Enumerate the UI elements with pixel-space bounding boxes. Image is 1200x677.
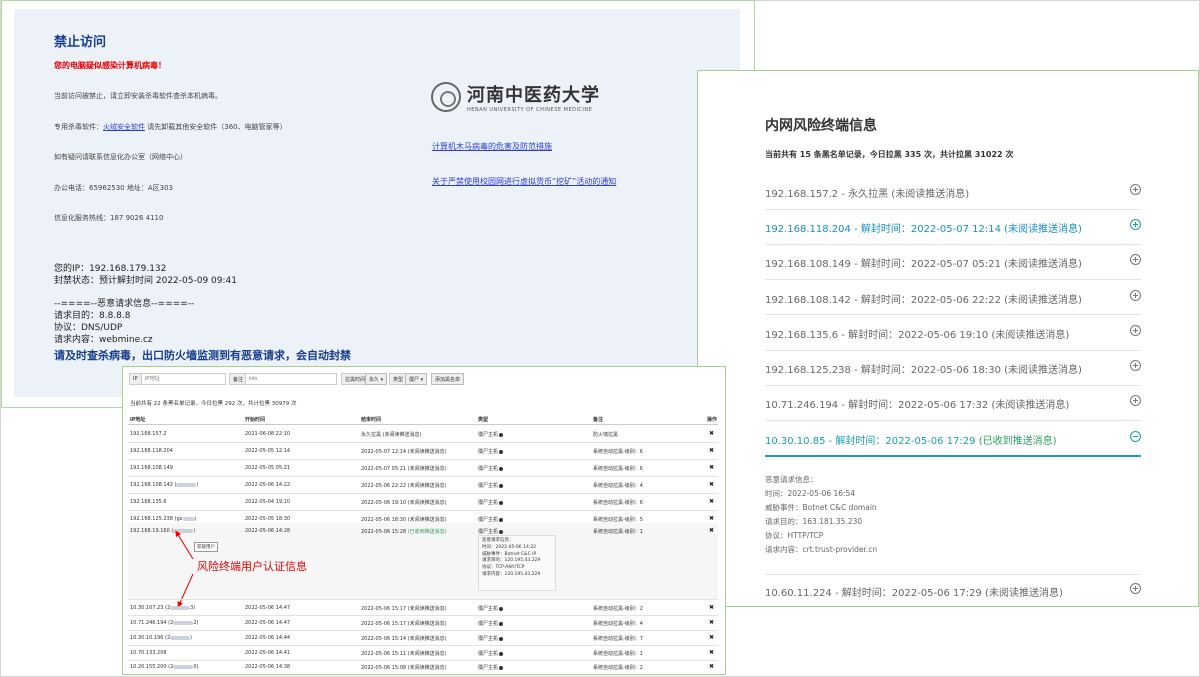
page-title: 禁止访问 [54, 35, 107, 50]
expand-plus-icon[interactable] [1130, 360, 1141, 371]
cell-start: 2022-05-06 14:38 [245, 664, 291, 670]
delete-x-icon[interactable]: ✖ [709, 663, 714, 670]
mining-notice-link[interactable]: 关于严禁使用校园网进行虚拟货币“挖矿”活动的通知 [432, 176, 616, 187]
cell-note: 系统自动拉黑-级别：7 [593, 636, 643, 642]
risk-item-label: 192.168.108.142 - 解封时间：2022-05-06 22:22 … [765, 295, 1082, 306]
detail-time: 时间：2022-05-06 16:54 [765, 489, 856, 498]
cell-ip: 10.20.155.200 (2 0) [130, 664, 199, 670]
info-dot-icon [499, 606, 504, 611]
expand-plus-icon[interactable] [1130, 254, 1141, 265]
risk-item-label: 10.30.10.85 - 解封时间：2022-05-06 17:29 (已收到… [765, 436, 1057, 447]
cell-end: 2022-05-06 15:11 (未阅读推送消息) [361, 651, 447, 657]
cell-note: 系统自动拉黑-级别：1 [593, 651, 643, 657]
logo-chinese-name: 河南中医药大学 [467, 85, 600, 106]
cell-type: 僵尸主机 [478, 664, 504, 671]
info-dot-icon [499, 665, 504, 670]
risk-item-label: 192.168.118.204 - 解封时间：2022-05-07 12:14 … [765, 224, 1082, 235]
contact-text: 如有疑问请联系信息化办公室（网络中心） [54, 153, 187, 161]
cell-start: 2022-05-06 14:44 [245, 635, 291, 641]
risk-item-label: 192.168.135.6 - 解封时间：2022-05-06 19:10 (未… [765, 330, 1070, 341]
risk-item-label: 192.168.157.2 - 永久拉黑 (未阅读推送消息) [765, 189, 970, 200]
cell-note: 系统自动拉黑-级别：2 [593, 665, 643, 671]
antivirus-link[interactable]: 火绒安全软件 [103, 123, 145, 131]
delete-x-icon[interactable]: ✖ [709, 649, 714, 656]
redacted-mask [173, 664, 194, 669]
risk-panel-title: 内网风险终端信息 [765, 118, 877, 134]
redacted-mask [173, 620, 194, 625]
detail-head: 恶意请求信息： [765, 475, 818, 484]
antivirus-line: 专用杀毒软件：火绒安全软件 请先卸载其他安全软件（360、电脑管家等） [54, 122, 287, 132]
delete-x-icon[interactable]: ✖ [709, 619, 714, 626]
risk-item-label: 192.168.108.149 - 解封时间：2022-05-07 05:21 … [765, 259, 1082, 270]
cell-type: 僵尸主机 [478, 620, 504, 627]
collapse-minus-icon[interactable] [1130, 431, 1141, 442]
cell-end: 2022-05-06 15:17 (未阅读推送消息) [361, 606, 447, 612]
cell-ip: 10.30.107.23 (2 3) [130, 605, 196, 611]
risk-item-label: 192.168.125.238 - 解封时间：2022-05-06 18:30 … [765, 365, 1082, 376]
access-denied-text: 当前访问被禁止，请立即安装杀毒软件查杀本机病毒。 [54, 92, 222, 100]
cell-start: 2022-05-06 14:41 [245, 650, 291, 656]
cell-start: 2022-05-06 14:47 [245, 605, 291, 611]
redacted-mask [170, 605, 191, 610]
delete-x-icon[interactable]: ✖ [709, 604, 714, 611]
cell-end: 2022-05-06 15:14 (未阅读推送消息) [361, 636, 447, 642]
expand-plus-icon[interactable] [1130, 184, 1141, 195]
trojan-info-link[interactable]: 计算机木马病毒的危害及防范措施 [432, 141, 552, 152]
cell-type: 僵尸主机 [478, 605, 504, 612]
redacted-mask [170, 635, 191, 640]
blacklist-table-panel: IP 备注 拉黑时间 永久 ▾ 类型 僵尸 ▾ 添加黑名单 当前共有 22 条黑… [122, 366, 726, 675]
cell-type: 僵尸主机 [478, 650, 504, 657]
risk-panel-summary: 当前共有 15 条黑名单记录，今日拉黑 335 次，共计拉黑 31022 次 [765, 150, 1014, 159]
risk-item-label: 10.60.11.224 - 解封时间：2022-05-06 17:29 (未阅… [765, 588, 1063, 599]
cell-note: 系统自动拉黑-级别：2 [593, 606, 643, 612]
pushed-status: (已收到推送消息) [978, 436, 1057, 447]
expand-plus-icon[interactable] [1130, 583, 1141, 594]
office-phone: 办公电话：65962530 地址：A区303 [54, 184, 174, 192]
cell-ip: 10.30.10.196 (2) [130, 635, 193, 641]
risk-item-label: 10.71.246.194 - 解封时间：2022-05-06 17:32 (未… [765, 400, 1070, 411]
expand-plus-icon[interactable] [1130, 395, 1141, 406]
detail-event: 威胁事件：Botnet C&C domain [765, 503, 877, 512]
detail-content: 请求内容：crt.trust-provider.cn [765, 545, 878, 554]
university-logo: 河南中医药大学 HENAN UNIVERSITY OF CHINESE MEDI… [431, 81, 600, 113]
cell-end: 2022-05-06 15:08 (未阅读推送消息) [361, 665, 447, 671]
cell-ip: 10.70.133.208 [130, 650, 167, 656]
cell-ip: 10.71.246.194 (2 2) [130, 620, 199, 626]
service-hotline: 信息化服务热线：187 9026 4110 [54, 214, 164, 222]
firewall-warning: 请及时查杀病毒，出口防火墙监测到有恶意请求，会自动封禁 [54, 349, 351, 362]
expand-plus-icon[interactable] [1130, 290, 1141, 301]
risk-terminal-panel: 内网风险终端信息 当前共有 15 条黑名单记录，今日拉黑 335 次，共计拉黑 … [697, 70, 1199, 607]
cell-start: 2022-05-06 14:47 [245, 620, 291, 626]
cell-note: 系统自动拉黑-级别：4 [593, 621, 643, 627]
block-page-panel: 禁止访问 您的电脑疑似感染计算机病毒！ 当前访问被禁止，请立即安装杀毒软件查杀本… [1, 0, 755, 408]
expand-plus-icon[interactable] [1130, 219, 1141, 230]
delete-x-icon[interactable]: ✖ [709, 634, 714, 641]
antivirus-prefix: 专用杀毒软件： [54, 123, 103, 131]
malicious-request-detail: 恶意请求信息： 时间：2022-05-06 16:54 威胁事件：Botnet … [765, 473, 877, 557]
cell-type: 僵尸主机 [478, 635, 504, 642]
detail-target: 请求目的：163.181.35.230 [765, 517, 863, 526]
university-seal-icon [431, 82, 461, 112]
annotation-arrows [175, 530, 194, 608]
virus-alert: 您的电脑疑似感染计算机病毒！ [54, 61, 166, 70]
info-dot-icon [499, 621, 504, 626]
expand-plus-icon[interactable] [1130, 325, 1141, 336]
block-page-content: 禁止访问 您的电脑疑似感染计算机病毒！ 当前访问被禁止，请立即安装杀毒软件查杀本… [14, 9, 740, 397]
info-dot-icon [499, 651, 504, 656]
request-content: 请求内容：webmine.cz [54, 335, 153, 345]
antivirus-suffix: 请先卸载其他安全软件（360、电脑管家等） [147, 123, 287, 131]
logo-english-name: HENAN UNIVERSITY OF CHINESE MEDICINE [467, 107, 593, 113]
detail-protocol: 协议：HTTP/TCP [765, 531, 824, 540]
cell-end: 2022-05-06 15:17 (未阅读推送消息) [361, 621, 447, 627]
info-dot-icon [499, 636, 504, 641]
auth-info-annotation: 风险终端用户认证信息 [197, 560, 307, 573]
block-status: 封禁状态：预计解封时间 2022-05-09 09:41 [54, 276, 237, 286]
